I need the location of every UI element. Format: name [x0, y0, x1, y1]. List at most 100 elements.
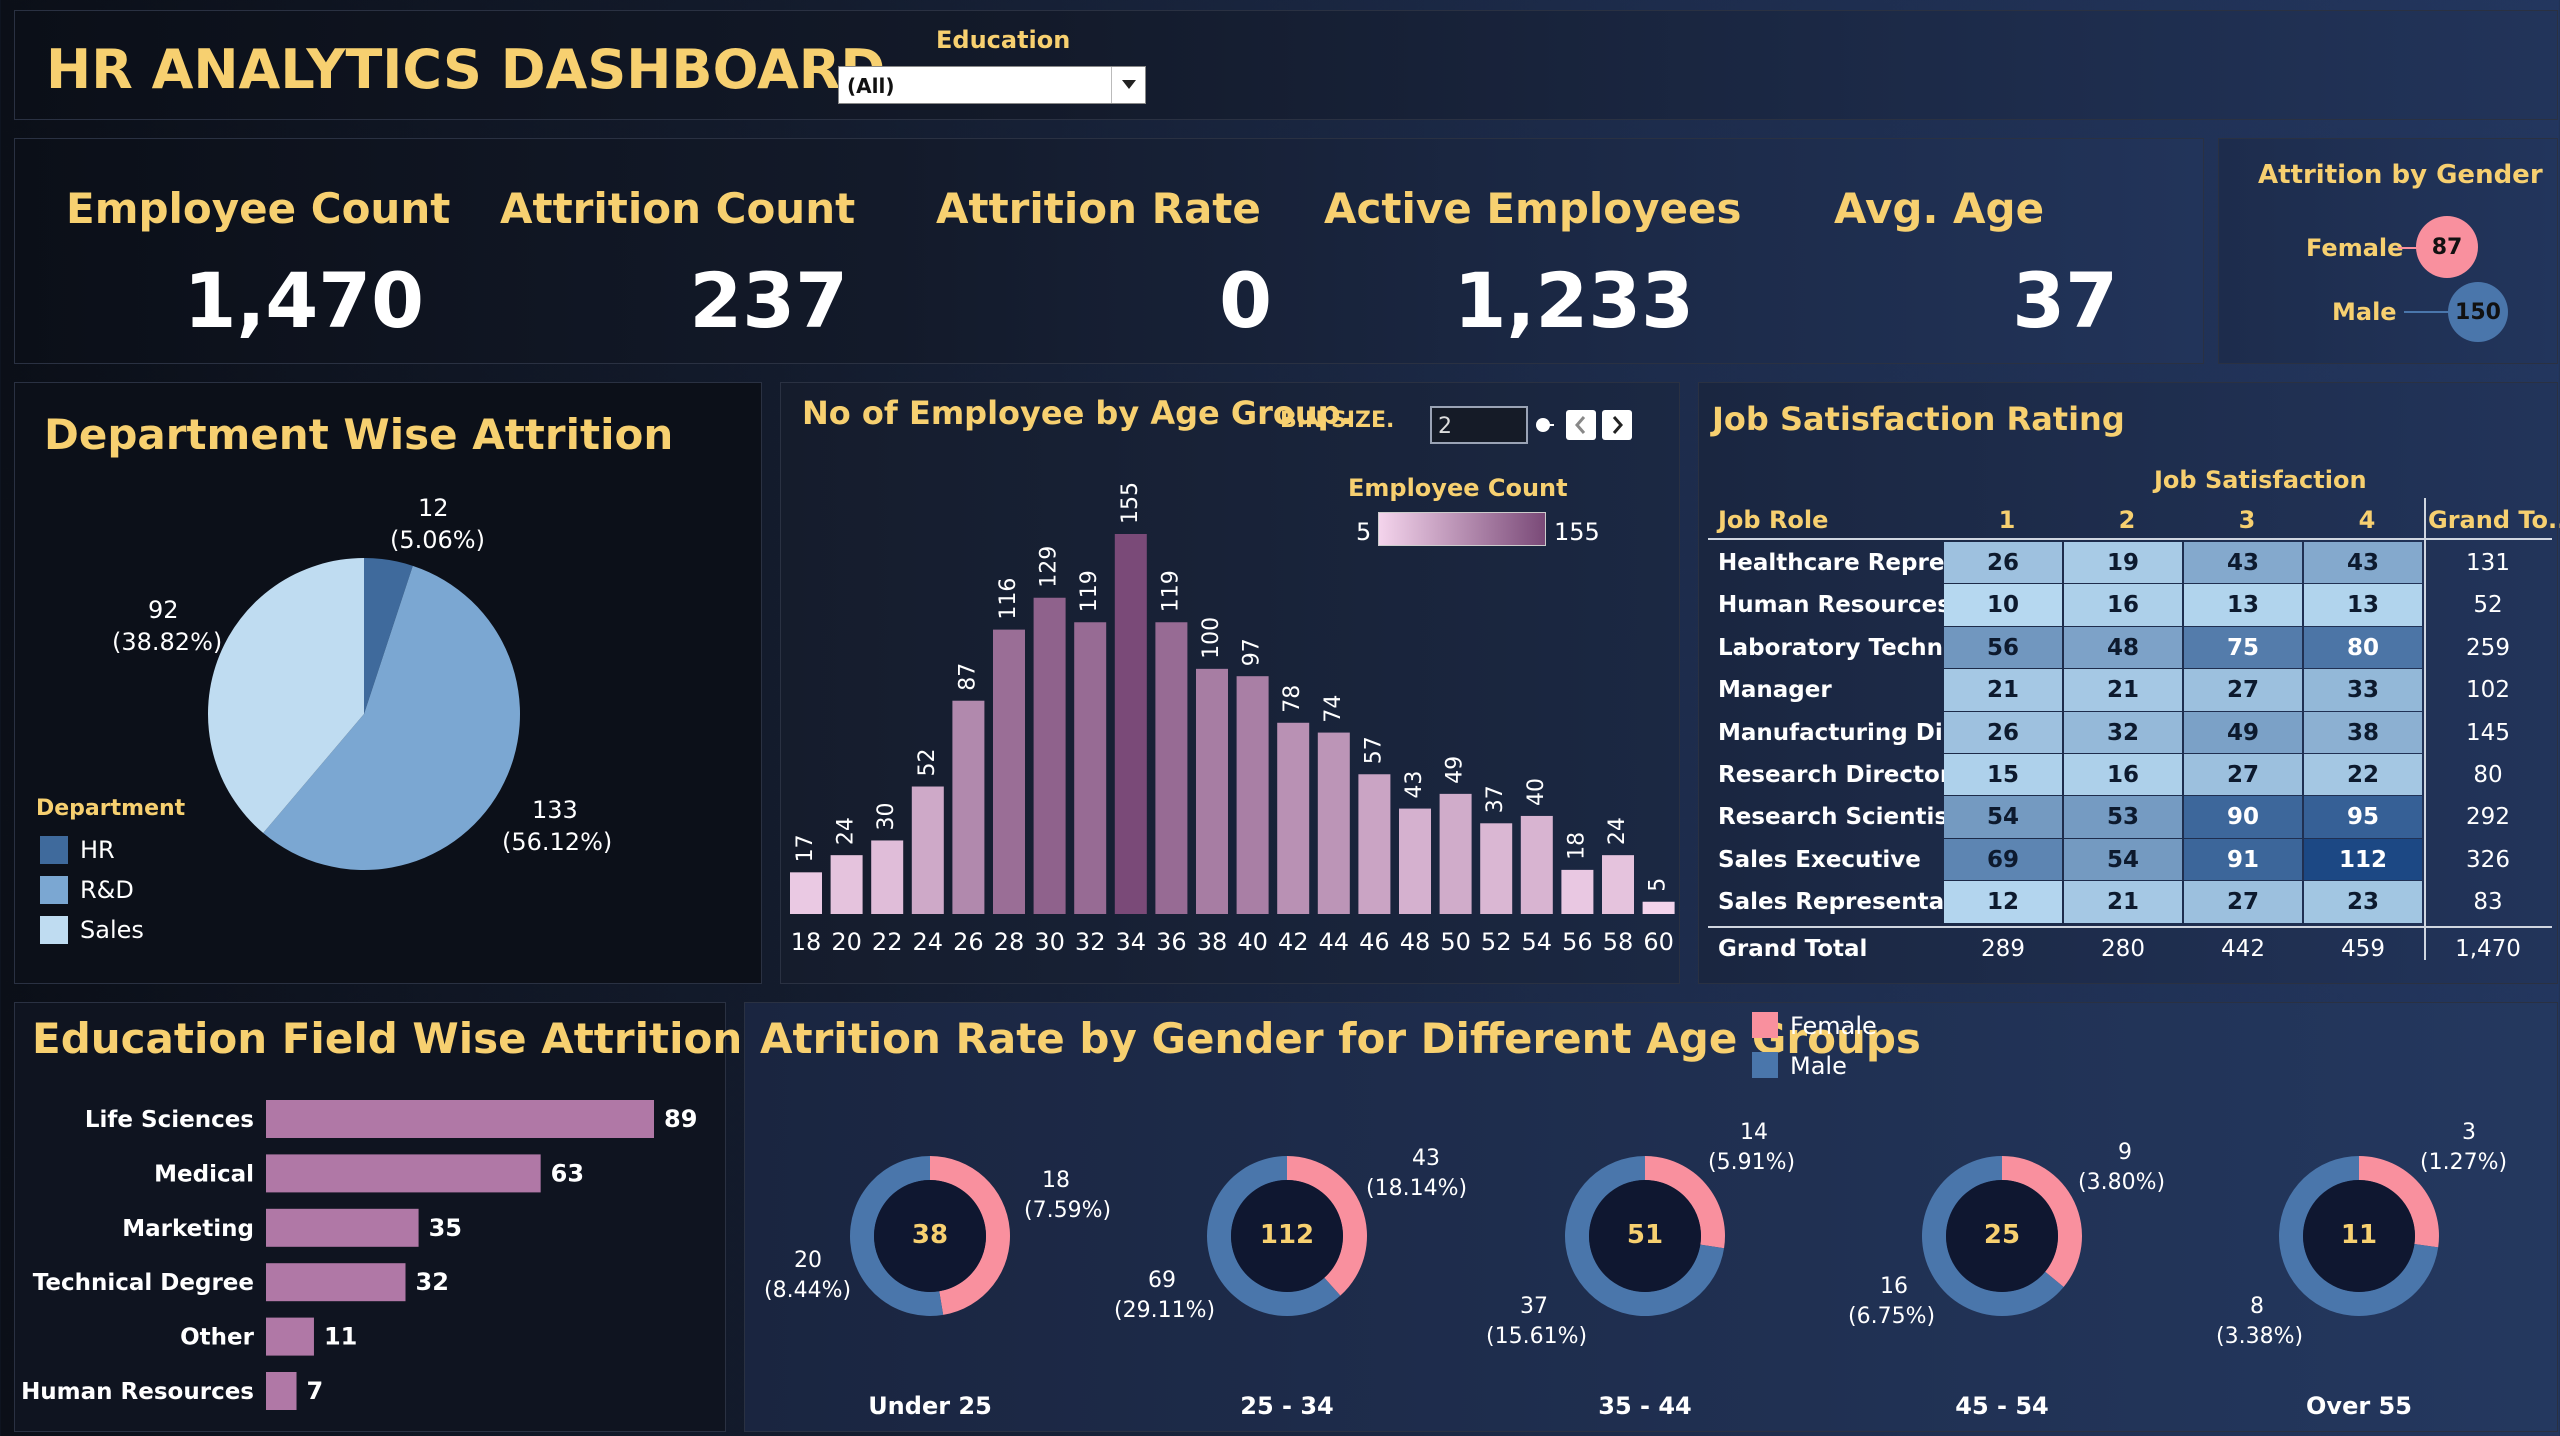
age-bar-label-60: 5 [1646, 878, 1671, 892]
js-row-total-0: 131 [2466, 550, 2510, 576]
age-bar-18[interactable] [790, 872, 822, 914]
js-cell-2-2: 75 [2184, 626, 2302, 669]
edu-bar-life-sciences[interactable] [266, 1100, 654, 1138]
gender-female-value: 87 [2431, 234, 2463, 260]
age-bar-label-34: 155 [1118, 482, 1143, 524]
age-tick-28: 28 [994, 928, 1025, 956]
js-cell-6-2: 90 [2184, 796, 2302, 838]
edu-bar-category-1: Medical [154, 1161, 254, 1187]
js-total-header: Grand To.. [2428, 506, 2560, 534]
age-bar-20[interactable] [830, 855, 863, 914]
age-bar-34[interactable] [1114, 534, 1147, 914]
age-bar-38[interactable] [1196, 668, 1228, 914]
kpi-value-4: 37 [2012, 256, 2118, 345]
js-cell-0-3: 43 [2304, 542, 2422, 584]
donut-total-2: 51 [1626, 1220, 1664, 1250]
age-tick-20: 20 [831, 928, 862, 956]
age-bar-label-24: 52 [915, 749, 940, 777]
js-row-total-6: 292 [2466, 804, 2510, 831]
js-cell-7-3: 112 [2304, 838, 2422, 881]
age-bar-30[interactable] [1033, 597, 1066, 914]
edu-bar-medical[interactable] [266, 1154, 541, 1193]
donut-total-3: 25 [1983, 1220, 2021, 1250]
age-bar-label-40: 97 [1240, 638, 1265, 666]
donut-male-pct-3: (6.75%) [1848, 1304, 1936, 1329]
department-legend-title: Department [36, 796, 186, 821]
edu-bar-value-4: 11 [324, 1323, 357, 1351]
age-bar-40[interactable] [1236, 676, 1269, 914]
js-role-5: Research Director [1718, 762, 1952, 788]
age-bar-58[interactable] [1602, 855, 1634, 914]
donut-male-count-3: 16 [1880, 1274, 1908, 1299]
js-role-0: Healthcare Repres.. [1718, 550, 1976, 576]
age-bar-54[interactable] [1520, 815, 1553, 914]
gender-male-line [2404, 311, 2450, 313]
age-bar-28[interactable] [993, 629, 1025, 914]
js-cell-2-0: 56 [1944, 626, 2062, 669]
donut-female-pct-2: (5.91%) [1708, 1150, 1796, 1175]
dashboard-title: HR ANALYTICS DASHBOARD [46, 38, 886, 101]
age-bar-label-30: 129 [1037, 546, 1062, 588]
edu-bar-technical-degree[interactable] [266, 1263, 406, 1302]
age-bar-label-32: 119 [1077, 570, 1102, 612]
donut-group-name-3: 45 - 54 [1955, 1392, 2049, 1420]
age-bar-24[interactable] [911, 786, 944, 914]
js-cell-2-3: 80 [2304, 626, 2422, 669]
js-cell-5-2: 27 [2184, 754, 2302, 796]
js-cell-6-3: 95 [2304, 796, 2422, 838]
age-bar-32[interactable] [1074, 622, 1107, 914]
age-bar-52[interactable] [1480, 823, 1513, 914]
chevron-down-icon[interactable] [1111, 67, 1145, 103]
age-bar-26[interactable] [952, 700, 985, 914]
age-bar-60[interactable] [1642, 901, 1675, 914]
js-cell-4-0: 26 [1944, 711, 2062, 753]
edu-bar-category-0: Life Sciences [85, 1107, 254, 1133]
dept-legend-label-1: R&D [80, 876, 134, 904]
age-bar-36[interactable] [1155, 622, 1188, 914]
age-bar-22[interactable] [871, 840, 904, 914]
donut-group-name-2: 35 - 44 [1598, 1392, 1692, 1420]
kpi-value-3: 1,233 [1453, 256, 1694, 345]
donut-female-pct-4: (1.27%) [2420, 1150, 2508, 1175]
donut-female-pct-1: (18.14%) [1366, 1176, 1468, 1201]
js-cell-3-1: 21 [2064, 669, 2182, 711]
age-bar-44[interactable] [1317, 732, 1350, 914]
js-cell-3-2: 27 [2184, 669, 2302, 711]
dept-legend-swatch-2 [40, 916, 68, 944]
js-role-8: Sales Representati.. [1718, 889, 1981, 916]
js-cell-3-3: 33 [2304, 669, 2422, 711]
donut-male-count-4: 8 [2250, 1294, 2264, 1319]
js-cell-8-1: 21 [2064, 881, 2182, 923]
age-bar-42[interactable] [1277, 722, 1310, 914]
age-bar-50[interactable] [1439, 793, 1472, 914]
education-filter-dropdown[interactable]: (All) [838, 66, 1146, 104]
age-bar-48[interactable] [1399, 808, 1431, 914]
js-cell-1-2: 13 [2184, 584, 2302, 626]
education-filter-value: (All) [847, 74, 895, 98]
kpi-label-3: Active Employees [1324, 184, 1742, 233]
age-tick-40: 40 [1237, 928, 1268, 956]
legend-male-label: Male [1790, 1052, 1847, 1080]
js-cell-1-0: 10 [1944, 584, 2062, 626]
age-tick-38: 38 [1197, 928, 1228, 956]
kpi-label-1: Attrition Count [500, 184, 856, 233]
edu-bar-human-resources[interactable] [266, 1372, 297, 1410]
dept-label-rd-count: 133 [532, 796, 578, 824]
age-bar-label-22: 30 [874, 802, 899, 830]
age-bar-46[interactable] [1358, 774, 1391, 914]
js-cell-0-2: 43 [2184, 542, 2302, 584]
js-col-header-1: 1 [1998, 506, 2016, 534]
age-bar-label-46: 57 [1361, 736, 1386, 764]
donut-total-4: 11 [2340, 1220, 2378, 1250]
age-bar-label-20: 24 [834, 817, 859, 845]
age-tick-18: 18 [791, 928, 822, 956]
gender-age-title: Atrition Rate by Gender for Different Ag… [760, 1014, 1921, 1063]
edu-bar-marketing[interactable] [266, 1208, 419, 1247]
js-grand-total-all: 1,470 [2455, 935, 2521, 962]
age-bar-56[interactable] [1561, 869, 1594, 914]
js-cell-0-1: 19 [2064, 542, 2182, 584]
legend-female-label: Female [1790, 1012, 1877, 1040]
edu-bar-other[interactable] [266, 1317, 314, 1356]
age-tick-52: 52 [1481, 928, 1512, 956]
age-tick-54: 54 [1522, 928, 1553, 956]
